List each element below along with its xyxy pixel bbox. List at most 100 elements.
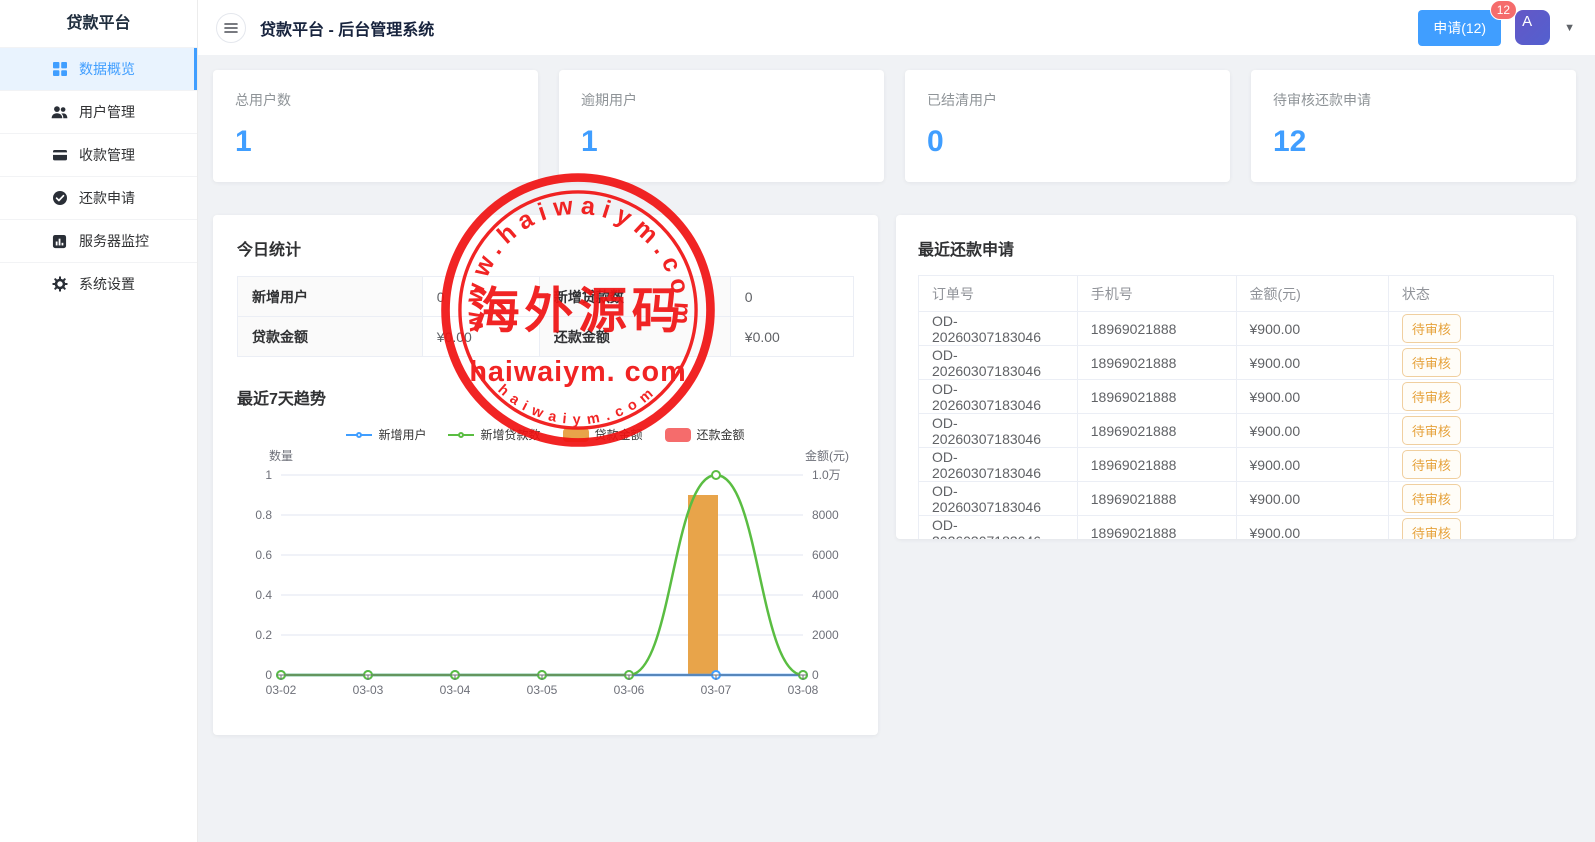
table-row: OD-2026030718304618969021888¥900.00待审核 bbox=[919, 414, 1554, 448]
recent-cell-phone: 18969021888 bbox=[1077, 448, 1236, 482]
panels: 今日统计 新增用户0新增贷款数0贷款金额¥0.00还款金额¥0.00 最近7天趋… bbox=[213, 215, 1576, 735]
recent-cell-amount: ¥900.00 bbox=[1236, 346, 1388, 380]
today-stat-label: 新增贷款数 bbox=[539, 277, 730, 317]
credit-card-icon bbox=[51, 147, 68, 164]
recent-cell-status: 待审核 bbox=[1388, 380, 1553, 414]
svg-text:03-05: 03-05 bbox=[527, 683, 558, 697]
legend-item[interactable]: 还款金额 bbox=[665, 426, 745, 443]
status-badge: 待审核 bbox=[1402, 314, 1461, 343]
table-row: OD-2026030718304618969021888¥900.00待审核 bbox=[919, 346, 1554, 380]
stat-card: 逾期用户1 bbox=[559, 70, 884, 182]
svg-text:6000: 6000 bbox=[812, 548, 839, 562]
sidebar-item-3[interactable]: 收款管理 bbox=[0, 133, 197, 176]
recent-cell-amount: ¥900.00 bbox=[1236, 380, 1388, 414]
today-stats-title: 今日统计 bbox=[237, 236, 854, 260]
stat-label: 已结清用户 bbox=[927, 90, 1208, 110]
sidebar-item-1[interactable]: 数据概览 bbox=[0, 47, 197, 90]
today-stats-row: 贷款金额¥0.00还款金额¥0.00 bbox=[238, 317, 854, 357]
recent-repayments-title: 最近还款申请 bbox=[918, 236, 1554, 260]
svg-text:0.6: 0.6 bbox=[255, 548, 272, 562]
recent-table-header-row: 订单号手机号金额(元)状态 bbox=[919, 276, 1554, 312]
svg-text:03-07: 03-07 bbox=[701, 683, 732, 697]
recent-cell-status: 待审核 bbox=[1388, 482, 1553, 516]
status-badge: 待审核 bbox=[1402, 382, 1461, 411]
table-row: OD-2026030718304618969021888¥900.00待审核 bbox=[919, 448, 1554, 482]
app-window: 贷款平台 数据概览用户管理收款管理还款申请服务器监控系统设置 贷款平台 - 后台… bbox=[0, 0, 1595, 842]
sidebar-item-6[interactable]: 系统设置 bbox=[0, 262, 197, 305]
recent-cell-phone: 18969021888 bbox=[1077, 346, 1236, 380]
sidebar-item-5[interactable]: 服务器监控 bbox=[0, 219, 197, 262]
legend-item[interactable]: 新增用户 bbox=[346, 426, 426, 443]
table-row: OD-2026030718304618969021888¥900.00待审核 bbox=[919, 380, 1554, 414]
svg-text:03-02: 03-02 bbox=[266, 683, 297, 697]
recent-cell-order: OD-20260307183046 bbox=[919, 516, 1078, 540]
sidebar-item-label: 服务器监控 bbox=[79, 231, 149, 251]
today-stat-label: 贷款金额 bbox=[238, 317, 423, 357]
legend-bar-swatch bbox=[563, 428, 589, 442]
recent-cell-order: OD-20260307183046 bbox=[919, 312, 1078, 346]
recent-cell-status: 待审核 bbox=[1388, 346, 1553, 380]
sidebar-menu: 数据概览用户管理收款管理还款申请服务器监控系统设置 bbox=[0, 47, 197, 305]
today-stat-label: 还款金额 bbox=[539, 317, 730, 357]
today-stat-value: 0 bbox=[730, 277, 853, 317]
legend-line-swatch bbox=[448, 434, 474, 436]
legend-label: 新增用户 bbox=[378, 426, 426, 443]
legend-label: 还款金额 bbox=[697, 426, 745, 443]
stat-card: 待审核还款申请12 bbox=[1251, 70, 1576, 182]
bar-chart-icon bbox=[51, 233, 68, 250]
svg-text:0: 0 bbox=[265, 668, 272, 682]
recent-cell-amount: ¥900.00 bbox=[1236, 516, 1388, 540]
svg-text:03-03: 03-03 bbox=[353, 683, 384, 697]
trend-chart[interactable]: 数量金额(元)11.0万0.880000.660000.440000.22000… bbox=[237, 445, 854, 707]
sidebar-item-4[interactable]: 还款申请 bbox=[0, 176, 197, 219]
svg-text:8000: 8000 bbox=[812, 508, 839, 522]
stat-value: 1 bbox=[235, 125, 516, 159]
users-icon bbox=[51, 104, 68, 121]
page-title: 贷款平台 - 后台管理系统 bbox=[260, 16, 434, 40]
sidebar-item-label: 系统设置 bbox=[79, 274, 135, 294]
legend-item[interactable]: 新增贷款数 bbox=[448, 426, 540, 443]
legend-label: 贷款金额 bbox=[595, 426, 643, 443]
sidebar-item-2[interactable]: 用户管理 bbox=[0, 90, 197, 133]
stat-value: 12 bbox=[1273, 125, 1554, 159]
sidebar-item-label: 用户管理 bbox=[79, 102, 135, 122]
apply-button-wrap: 申请(12) 12 bbox=[1418, 10, 1501, 46]
stat-card: 已结清用户0 bbox=[905, 70, 1230, 182]
legend-item[interactable]: 贷款金额 bbox=[563, 426, 643, 443]
chevron-down-icon[interactable]: ▼ bbox=[1564, 22, 1575, 34]
check-circle-icon bbox=[51, 190, 68, 207]
topbar: 贷款平台 - 后台管理系统 申请(12) 12 A ▼ bbox=[198, 0, 1595, 55]
svg-text:数量: 数量 bbox=[269, 448, 293, 463]
svg-text:0: 0 bbox=[812, 668, 819, 682]
grid-icon bbox=[51, 61, 68, 78]
table-row: OD-2026030718304618969021888¥900.00待审核 bbox=[919, 312, 1554, 346]
today-stat-label: 新增用户 bbox=[238, 277, 423, 317]
today-stats-table: 新增用户0新增贷款数0贷款金额¥0.00还款金额¥0.00 bbox=[237, 276, 854, 357]
status-badge: 待审核 bbox=[1402, 416, 1461, 445]
legend-bar-swatch bbox=[665, 428, 691, 442]
recent-cell-order: OD-20260307183046 bbox=[919, 380, 1078, 414]
recent-cell-amount: ¥900.00 bbox=[1236, 448, 1388, 482]
recent-column-header: 手机号 bbox=[1077, 276, 1236, 312]
svg-text:1.0万: 1.0万 bbox=[812, 468, 841, 482]
table-row: OD-2026030718304618969021888¥900.00待审核 bbox=[919, 482, 1554, 516]
sidebar-item-label: 数据概览 bbox=[79, 59, 135, 79]
recent-cell-amount: ¥900.00 bbox=[1236, 414, 1388, 448]
status-badge: 待审核 bbox=[1402, 484, 1461, 513]
table-row: OD-2026030718304618969021888¥900.00待审核 bbox=[919, 516, 1554, 540]
sidebar-item-label: 收款管理 bbox=[79, 145, 135, 165]
recent-cell-phone: 18969021888 bbox=[1077, 414, 1236, 448]
recent-column-header: 订单号 bbox=[919, 276, 1078, 312]
svg-text:0.2: 0.2 bbox=[255, 628, 272, 642]
gear-icon bbox=[51, 276, 68, 293]
avatar[interactable]: A bbox=[1515, 10, 1550, 45]
svg-text:4000: 4000 bbox=[812, 588, 839, 602]
today-stat-value: 0 bbox=[422, 277, 539, 317]
sidebar: 贷款平台 数据概览用户管理收款管理还款申请服务器监控系统设置 bbox=[0, 0, 198, 842]
recent-cell-phone: 18969021888 bbox=[1077, 482, 1236, 516]
recent-cell-order: OD-20260307183046 bbox=[919, 448, 1078, 482]
hamburger-menu-icon[interactable] bbox=[216, 13, 246, 43]
content: 总用户数1逾期用户1已结清用户0待审核还款申请12 今日统计 新增用户0新增贷款… bbox=[198, 55, 1595, 842]
today-stats-row: 新增用户0新增贷款数0 bbox=[238, 277, 854, 317]
apply-button[interactable]: 申请(12) bbox=[1418, 10, 1501, 46]
